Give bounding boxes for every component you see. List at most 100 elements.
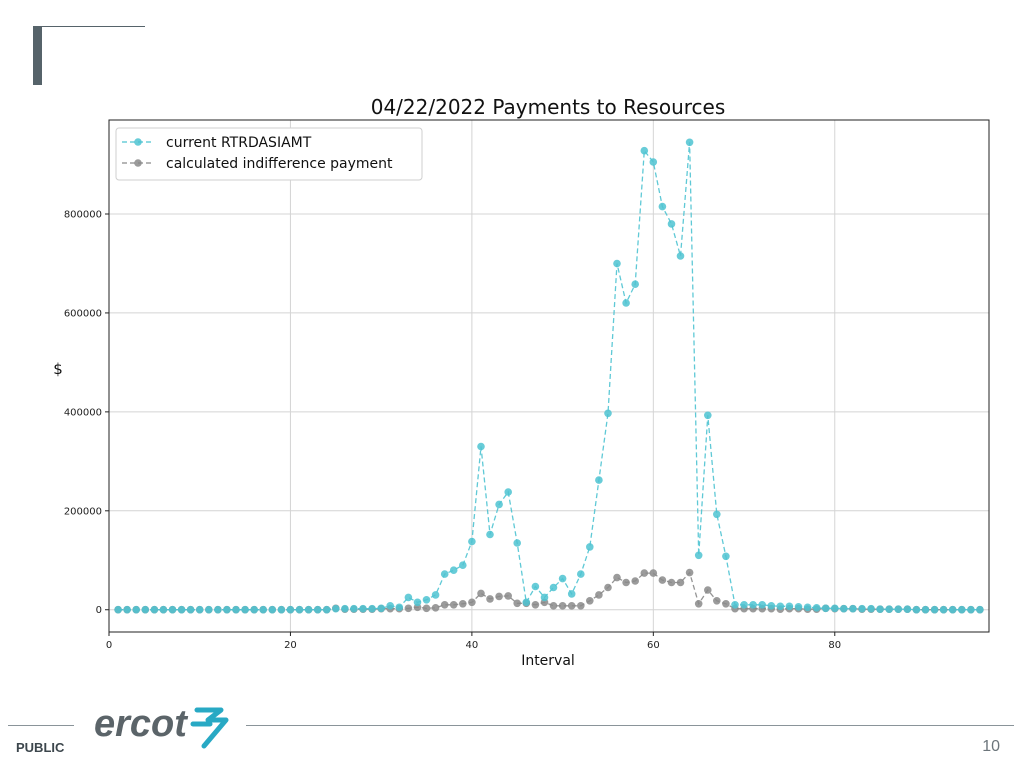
data-point xyxy=(685,568,694,577)
data-point xyxy=(377,604,386,613)
y-axis-label: $ xyxy=(53,360,63,378)
data-point xyxy=(586,543,594,551)
data-point xyxy=(440,601,449,609)
y-tick-label: 200000 xyxy=(64,506,102,517)
data-point xyxy=(694,551,703,560)
data-point xyxy=(577,602,585,610)
data-point xyxy=(749,601,757,609)
data-point xyxy=(150,605,159,614)
data-point xyxy=(422,596,431,604)
x-tick-label: 40 xyxy=(466,640,479,651)
data-point xyxy=(286,605,295,614)
data-point xyxy=(168,605,177,614)
data-point xyxy=(613,573,621,582)
x-tick-label: 0 xyxy=(106,640,112,651)
data-point xyxy=(740,601,748,609)
data-point xyxy=(658,576,667,584)
data-point xyxy=(468,537,476,546)
data-point xyxy=(304,605,313,614)
data-point xyxy=(894,605,903,613)
data-point xyxy=(277,605,286,614)
data-point xyxy=(522,598,531,607)
data-point xyxy=(531,601,540,609)
plot-frame xyxy=(108,119,990,633)
y-tick-label: 0 xyxy=(96,605,102,616)
data-point xyxy=(803,603,812,612)
data-point xyxy=(595,476,603,484)
data-point xyxy=(468,598,476,607)
data-point xyxy=(631,280,639,289)
data-point xyxy=(821,604,830,613)
data-point xyxy=(223,605,231,614)
data-point xyxy=(513,539,521,547)
data-point xyxy=(948,605,957,614)
data-point xyxy=(350,604,358,613)
data-point xyxy=(885,605,893,613)
data-point xyxy=(722,552,730,561)
data-point xyxy=(613,259,621,268)
data-point xyxy=(713,597,721,605)
data-point xyxy=(604,583,612,592)
data-point xyxy=(558,602,567,610)
data-point xyxy=(676,252,685,260)
legend-label-indifference: calculated indifference payment xyxy=(166,156,393,172)
data-point xyxy=(440,570,449,578)
data-point xyxy=(876,605,884,613)
page-number: 10 xyxy=(982,738,1000,755)
data-point xyxy=(694,600,703,608)
series-line xyxy=(118,571,980,611)
data-point xyxy=(132,605,140,614)
data-point xyxy=(967,605,975,614)
series-line xyxy=(118,142,980,611)
data-point xyxy=(477,589,485,598)
data-point xyxy=(195,605,204,614)
data-point xyxy=(449,566,458,574)
data-point xyxy=(667,220,676,228)
series-current xyxy=(114,138,984,614)
data-point xyxy=(858,604,866,613)
data-point xyxy=(640,569,649,577)
x-tick-label: 20 xyxy=(284,640,297,651)
data-point xyxy=(903,605,912,613)
data-point xyxy=(123,605,131,614)
classification-label: PUBLIC xyxy=(16,740,65,755)
data-point xyxy=(459,600,467,608)
data-point xyxy=(622,299,630,307)
data-point xyxy=(631,577,639,585)
data-point xyxy=(912,605,921,614)
data-point xyxy=(322,605,331,614)
y-tick-label: 800000 xyxy=(64,209,102,220)
data-point xyxy=(186,605,195,614)
data-point xyxy=(577,570,585,578)
data-point xyxy=(368,604,376,613)
data-point xyxy=(794,603,803,611)
data-point xyxy=(359,604,367,613)
ercot-logo-text: ercot xyxy=(94,703,188,745)
legend-label-current: current RTRDASIAMT xyxy=(166,135,312,151)
x-tick-label: 80 xyxy=(828,640,841,651)
data-point xyxy=(531,582,540,591)
data-point xyxy=(840,604,848,613)
x-axis-label: Interval xyxy=(521,653,575,669)
data-point xyxy=(459,561,467,569)
data-point xyxy=(812,604,821,612)
data-point xyxy=(939,605,948,614)
footer-divider-right xyxy=(246,725,1014,726)
data-point xyxy=(159,605,168,614)
data-point xyxy=(604,409,612,418)
data-point xyxy=(431,591,440,599)
data-point xyxy=(495,500,503,509)
data-point xyxy=(685,138,694,147)
y-tick-label: 600000 xyxy=(64,308,102,319)
data-point xyxy=(295,605,304,614)
data-point xyxy=(586,597,594,605)
data-point xyxy=(549,602,558,610)
data-point xyxy=(558,574,567,583)
data-point xyxy=(413,598,422,607)
data-point xyxy=(477,442,485,451)
data-point xyxy=(649,158,658,166)
data-point xyxy=(313,605,322,614)
data-point xyxy=(758,601,766,609)
line-chart: 04/22/2022 Payments to Resources 0 20 40 60… xyxy=(53,95,990,669)
chart-series xyxy=(114,138,984,614)
